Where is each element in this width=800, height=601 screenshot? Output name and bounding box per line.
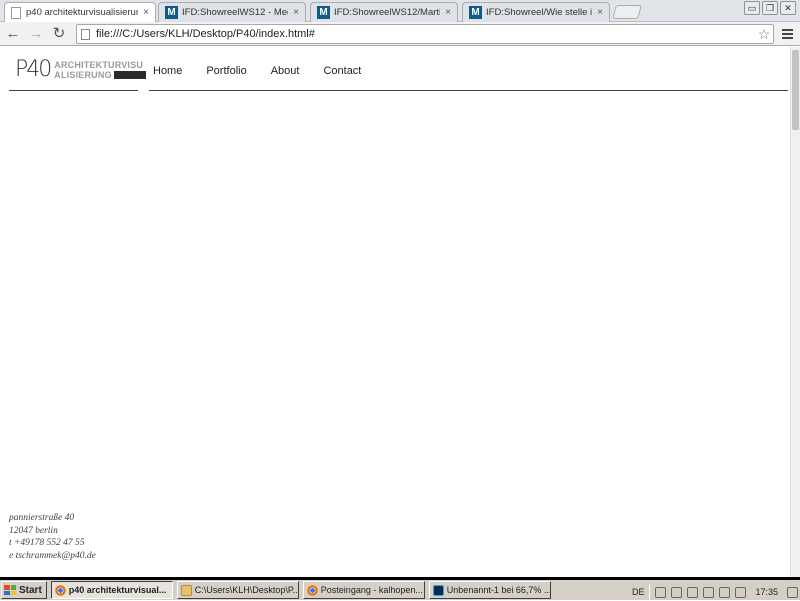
logo-bar <box>113 71 146 79</box>
taskbar-item-photoshop[interactable]: Unbenannt-1 bei 66,7% ... <box>428 581 551 599</box>
logo-divider <box>9 90 138 91</box>
main-nav: Home Portfolio About Contact <box>153 65 361 77</box>
windows-logo-icon <box>4 585 16 595</box>
audio-icon[interactable] <box>687 586 699 598</box>
m-icon: M <box>317 6 330 19</box>
restore-button[interactable]: ❐ <box>762 1 778 15</box>
contact-street: pannierstraße 40 <box>9 513 75 523</box>
page-icon <box>81 28 90 40</box>
contact-email[interactable]: e tschrammek@p40.de <box>9 550 96 563</box>
chrome-menu-button[interactable] <box>778 25 796 43</box>
taskbar-item-chrome[interactable]: p40 architekturvisual... <box>50 581 173 599</box>
new-tab-button[interactable] <box>612 5 642 19</box>
tab-strip: p40 architekturvisualisierung × M IFD:Sh… <box>0 0 800 22</box>
clock[interactable]: 17:35 <box>751 587 782 597</box>
chrome-icon <box>54 584 66 596</box>
close-icon[interactable]: × <box>291 7 301 18</box>
usb-icon[interactable] <box>671 586 683 598</box>
close-icon[interactable]: × <box>141 7 151 18</box>
contact-phone: t +49178 552 47 55 <box>9 538 85 548</box>
show-desktop-icon[interactable] <box>787 586 798 598</box>
taskbar-item-label: Unbenannt-1 bei 66,7% ... <box>446 585 551 595</box>
contact-city: 12047 berlin <box>9 525 58 536</box>
nav-about[interactable]: About <box>271 65 300 77</box>
taskbar-item-label: p40 architekturvisual... <box>68 585 167 595</box>
browser-toolbar: ← → ↻ file:///C:/Users/KLH/Desktop/P40/i… <box>0 22 800 46</box>
close-window-button[interactable]: ✕ <box>780 1 796 15</box>
nav-contact[interactable]: Contact <box>323 65 361 77</box>
network-icon[interactable] <box>719 586 731 598</box>
vertical-scrollbar[interactable] <box>790 47 800 577</box>
page-viewport: P40 ARCHITEKTURVISU ALISIERUNG Home Port… <box>0 47 790 577</box>
minimize-button[interactable]: ▭ <box>744 1 760 15</box>
volume-icon[interactable] <box>735 586 747 598</box>
tab-title: p40 architekturvisualisierung <box>26 7 138 18</box>
close-icon[interactable]: × <box>595 7 605 18</box>
url-text[interactable]: file:///C:/Users/KLH/Desktop/P40/index.h… <box>96 28 755 40</box>
page-icon <box>11 6 21 19</box>
tray-arrow-icon[interactable] <box>655 586 667 598</box>
tab-title: IFD:Showreel/Wie stelle ich n <box>486 7 592 18</box>
language-indicator[interactable]: DE <box>632 587 645 597</box>
m-icon: M <box>165 6 178 19</box>
window-controls: ▭ ❐ ✕ <box>744 1 796 15</box>
contact-info: pannierstraße 40 12047 berlin t +49178 5… <box>9 512 96 562</box>
tab-p40[interactable]: p40 architekturvisualisierung × <box>4 2 156 22</box>
logo-line-2: ALISIERUNG <box>54 70 112 80</box>
start-label: Start <box>19 584 42 596</box>
close-icon[interactable]: × <box>443 7 453 18</box>
mail-icon <box>306 584 318 596</box>
tab-showreel-medien[interactable]: M IFD:ShowreelWS12 - Medien × <box>158 2 306 22</box>
logo-wordmark: ARCHITEKTURVISU ALISIERUNG <box>54 60 146 80</box>
tab-showreel-wie[interactable]: M IFD:Showreel/Wie stelle ich n × <box>462 2 610 22</box>
m-icon: M <box>469 6 482 19</box>
nav-portfolio[interactable]: Portfolio <box>206 65 246 77</box>
nav-divider <box>149 90 788 91</box>
system-tray: DE 17:35 <box>632 583 798 601</box>
folder-icon <box>180 584 192 596</box>
reload-button[interactable]: ↻ <box>50 25 68 43</box>
address-bar[interactable]: file:///C:/Users/KLH/Desktop/P40/index.h… <box>76 24 774 44</box>
taskbar-item-mail[interactable]: Posteingang - kalhopen... <box>302 581 425 599</box>
start-button[interactable]: Start <box>1 581 47 599</box>
bookmark-star-icon[interactable]: ☆ <box>755 26 773 43</box>
taskbar-item-label: Posteingang - kalhopen... <box>320 585 423 595</box>
tab-showreel-martin[interactable]: M IFD:ShowreelWS12/Martin M × <box>310 2 458 22</box>
scrollbar-thumb[interactable] <box>792 50 799 130</box>
signal-icon[interactable] <box>703 586 715 598</box>
back-button[interactable]: ← <box>4 25 22 43</box>
tab-title: IFD:ShowreelWS12 - Medien <box>182 7 288 18</box>
taskbar-item-label: C:\Users\KLH\Desktop\P... <box>194 585 299 595</box>
taskbar-item-explorer[interactable]: C:\Users\KLH\Desktop\P... <box>176 581 299 599</box>
taskbar: Start p40 architekturvisual... C:\Users\… <box>0 577 800 600</box>
tab-title: IFD:ShowreelWS12/Martin M <box>334 7 440 18</box>
logo-mark: P40 <box>15 57 52 82</box>
nav-home[interactable]: Home <box>153 65 182 77</box>
photoshop-icon <box>432 584 444 596</box>
site-logo[interactable]: P40 ARCHITEKTURVISU ALISIERUNG <box>15 59 146 81</box>
logo-line-1: ARCHITEKTURVISU <box>54 60 144 70</box>
forward-button[interactable]: → <box>27 25 45 43</box>
